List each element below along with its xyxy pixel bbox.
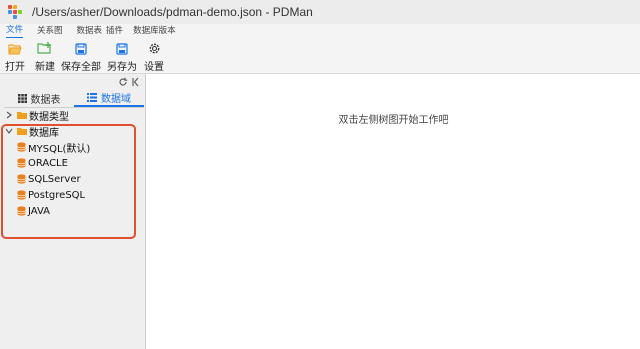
database-icon: [17, 142, 26, 152]
tree-item-mysql[interactable]: MYSQL(默认): [17, 139, 90, 155]
menu-plugin[interactable]: 插件: [106, 25, 123, 38]
new-button[interactable]: 新建: [34, 38, 56, 73]
chevron-right-icon[interactable]: [4, 111, 14, 119]
tree-item-oracle-label: ORACLE: [28, 157, 68, 169]
folder-icon: [17, 112, 27, 119]
tree-item-sqlserver[interactable]: SQLServer: [17, 171, 81, 187]
database-icon: [17, 190, 26, 200]
database-icon: [17, 158, 26, 168]
open-button[interactable]: 打开: [4, 38, 26, 73]
folder-open-icon: [17, 128, 27, 135]
tab-data-tables-label: 数据表: [30, 95, 61, 106]
tab-data-tables[interactable]: 数据表: [4, 90, 74, 107]
tab-data-domains-label: 数据域: [101, 94, 131, 105]
tree-item-oracle[interactable]: ORACLE: [17, 155, 68, 171]
save-as-button[interactable]: 另存为: [107, 38, 137, 73]
database-icon: [17, 206, 26, 216]
folder-open-icon: [8, 41, 22, 56]
tab-data-domains[interactable]: 数据域: [74, 90, 144, 107]
sidebar-tabs: 数据表 数据域: [4, 90, 144, 108]
grid-icon: [17, 94, 27, 103]
save-as-icon: [116, 41, 128, 56]
tree-item-postgresql-label: PostgreSQL: [28, 189, 86, 201]
database-icon: [17, 174, 26, 184]
settings-button[interactable]: 设置: [143, 38, 165, 73]
app-logo-icon: [8, 5, 22, 19]
pdman-window: /Users/asher/Downloads/pdman-demo.json -…: [0, 0, 640, 349]
save-icon: [75, 41, 87, 56]
empty-state-hint: 双击左侧树图开始工作吧: [338, 115, 449, 126]
tree-item-java-label: JAVA: [28, 205, 51, 217]
menu-data-table[interactable]: 数据表: [77, 25, 103, 38]
refresh-icon[interactable]: [118, 77, 128, 90]
new-label: 新建: [35, 62, 55, 73]
main-workspace: 双击左侧树图开始工作吧: [147, 74, 640, 349]
tree-node-datatypes[interactable]: 数据类型: [0, 107, 69, 123]
tree-node-datatypes-label: 数据类型: [29, 111, 69, 123]
folder-plus-icon: [37, 41, 53, 56]
tree-item-java[interactable]: JAVA: [17, 203, 50, 219]
window-title: /Users/asher/Downloads/pdman-demo.json -…: [32, 5, 313, 19]
menu-db-version[interactable]: 数据库版本: [133, 25, 176, 38]
menu-bar: 文件 关系图 数据表 插件 数据库版本: [0, 24, 640, 38]
toolbar: 打开 新建 保存全部 另存为 设置: [0, 38, 640, 74]
save-as-label: 另存为: [107, 62, 137, 73]
list-icon: [87, 93, 97, 102]
settings-label: 设置: [144, 62, 164, 73]
menu-file[interactable]: 文件: [6, 24, 24, 38]
title-bar: /Users/asher/Downloads/pdman-demo.json -…: [0, 0, 640, 24]
tree-node-databases[interactable]: 数据库: [0, 123, 59, 139]
chevron-down-icon[interactable]: [4, 128, 14, 134]
tree-node-databases-label: 数据库: [29, 127, 59, 139]
collapse-icon[interactable]: [132, 77, 140, 90]
save-all-button[interactable]: 保存全部: [61, 38, 101, 73]
save-all-label: 保存全部: [61, 62, 101, 73]
open-label: 打开: [5, 62, 25, 73]
sidebar: 数据表 数据域 数据类型 数据库 MYSQL(默认) ORACLE SQLSer…: [0, 74, 146, 349]
tree-item-mysql-label: MYSQL(默认): [28, 143, 91, 155]
menu-relation-diagram[interactable]: 关系图: [37, 25, 63, 38]
tree-item-sqlserver-label: SQLServer: [28, 173, 81, 185]
tree-item-postgresql[interactable]: PostgreSQL: [17, 187, 85, 203]
gear-icon: [148, 41, 161, 56]
